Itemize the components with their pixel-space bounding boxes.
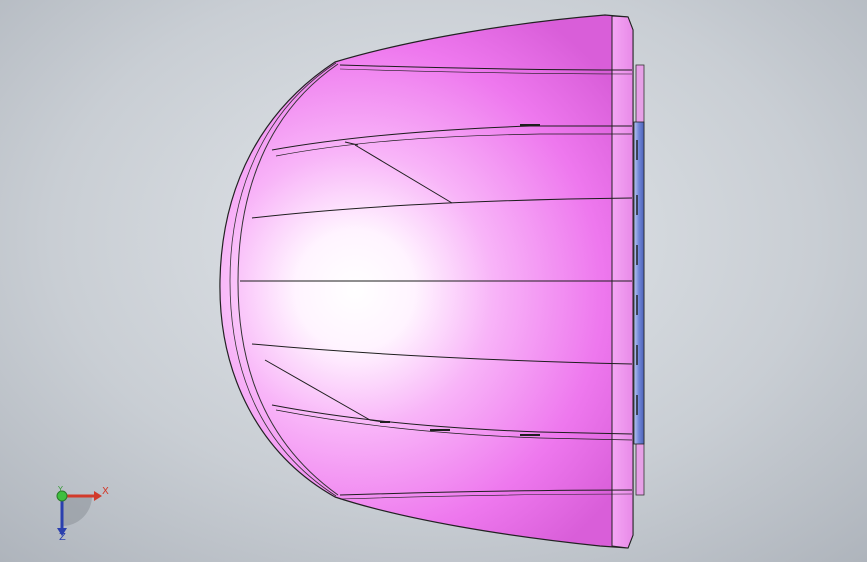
- x-axis-label: X: [102, 486, 109, 497]
- graphics-viewport[interactable]: X Y Z: [0, 0, 867, 562]
- pink-shell-model[interactable]: [0, 0, 867, 562]
- z-axis-label: Z: [59, 532, 66, 543]
- x-axis-arrow-icon: [94, 491, 102, 501]
- coordinate-triad: X Y Z: [40, 478, 120, 548]
- mounting-flange: [633, 64, 645, 496]
- y-axis-label: Y: [58, 485, 63, 494]
- shell-rim: [611, 15, 634, 549]
